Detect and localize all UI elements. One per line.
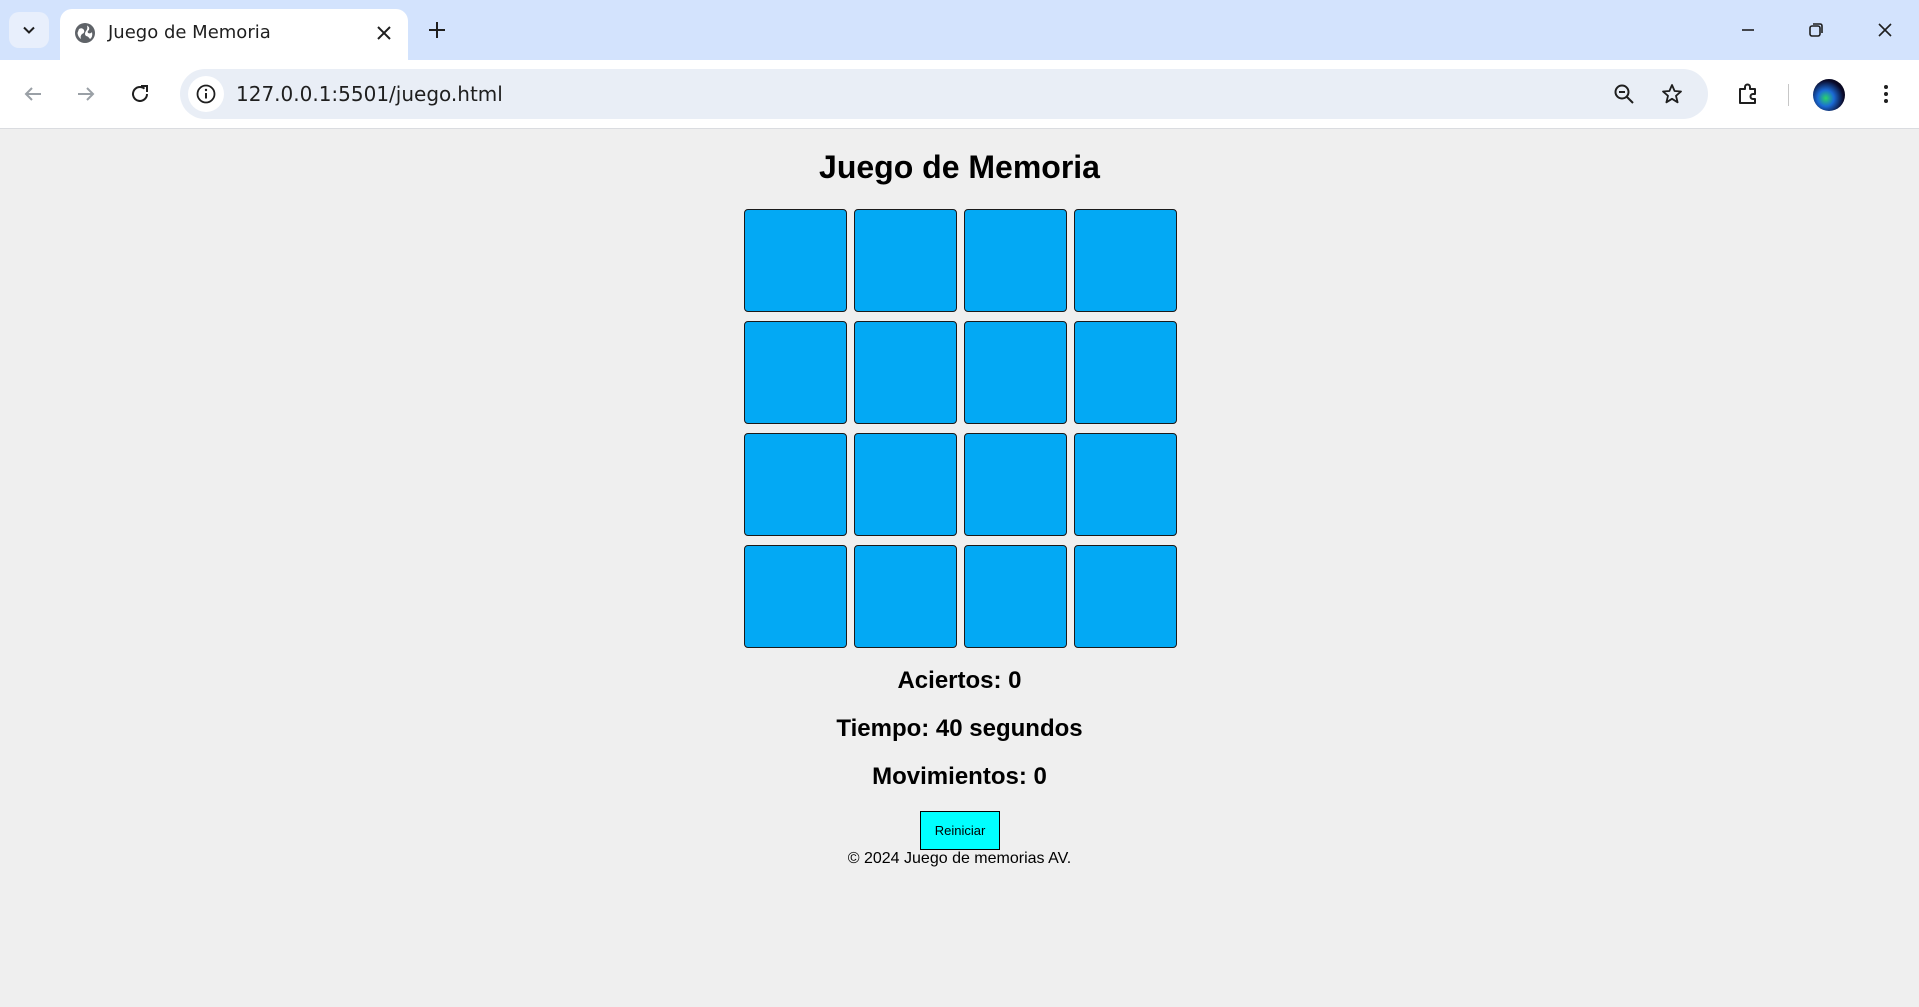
memory-card[interactable] — [854, 209, 957, 312]
page-title: Juego de Memoria — [819, 149, 1100, 185]
url-text[interactable]: 127.0.0.1:5501/juego.html — [236, 82, 503, 106]
minimize-button[interactable] — [1732, 14, 1764, 46]
close-icon[interactable] — [372, 21, 396, 45]
memory-card[interactable] — [744, 433, 847, 536]
tiempo-counter: Tiempo: 40 segundos — [836, 715, 1083, 742]
globe-icon — [75, 23, 95, 43]
star-icon — [1662, 84, 1682, 104]
puzzle-icon — [1739, 83, 1756, 104]
memory-card[interactable] — [744, 545, 847, 648]
browser-tabstrip: Juego de Memoria — [0, 0, 1919, 60]
page-content: Juego de Memoria Aciertos: 0 Tiempo: 40 … — [0, 129, 1919, 1007]
restore-icon — [1809, 23, 1823, 37]
memory-card[interactable] — [1074, 545, 1177, 648]
info-icon — [196, 84, 216, 104]
restore-button[interactable] — [1800, 14, 1832, 46]
close-window-icon — [1878, 23, 1892, 37]
reload-button[interactable] — [122, 76, 158, 112]
extensions-button[interactable] — [1732, 78, 1764, 110]
back-button[interactable] — [15, 76, 51, 112]
memory-card[interactable] — [1074, 209, 1177, 312]
zoom-out-icon — [1614, 84, 1634, 104]
memory-card[interactable] — [1074, 433, 1177, 536]
site-info-button[interactable] — [188, 76, 224, 112]
memory-card[interactable] — [964, 321, 1067, 424]
memory-card[interactable] — [1074, 321, 1177, 424]
close-window-button[interactable] — [1869, 14, 1901, 46]
memory-card[interactable] — [854, 545, 957, 648]
zoom-button[interactable] — [1610, 80, 1638, 108]
memory-card[interactable] — [964, 545, 1067, 648]
memory-card[interactable] — [744, 321, 847, 424]
bookmark-button[interactable] — [1658, 80, 1686, 108]
menu-button[interactable] — [1870, 78, 1902, 110]
memory-card[interactable] — [744, 209, 847, 312]
profile-avatar[interactable] — [1813, 79, 1845, 111]
toolbar-separator — [1788, 84, 1789, 106]
movimientos-counter: Movimientos: 0 — [872, 763, 1047, 790]
memory-board — [744, 209, 1181, 648]
restart-button[interactable]: Reiniciar — [920, 811, 1000, 850]
arrow-right-icon — [78, 87, 95, 101]
aciertos-counter: Aciertos: 0 — [897, 667, 1022, 694]
more-vert-icon — [1884, 85, 1888, 103]
footer-copyright: © 2024 Juego de memorias AV. — [847, 850, 1072, 867]
browser-toolbar: 127.0.0.1:5501/juego.html — [0, 60, 1919, 129]
forward-button[interactable] — [68, 76, 104, 112]
minimize-icon — [1742, 29, 1754, 31]
new-tab-icon[interactable] — [424, 17, 450, 43]
memory-card[interactable] — [964, 433, 1067, 536]
chevron-down-icon — [23, 26, 35, 34]
browser-tab[interactable]: Juego de Memoria — [60, 9, 408, 60]
memory-card[interactable] — [854, 433, 957, 536]
memory-card[interactable] — [854, 321, 957, 424]
reload-icon — [132, 85, 148, 102]
arrow-left-icon — [24, 87, 41, 101]
address-bar[interactable]: 127.0.0.1:5501/juego.html — [180, 69, 1708, 119]
memory-card[interactable] — [964, 209, 1067, 312]
tab-search-button[interactable] — [9, 12, 49, 48]
tab-title: Juego de Memoria — [108, 22, 271, 43]
